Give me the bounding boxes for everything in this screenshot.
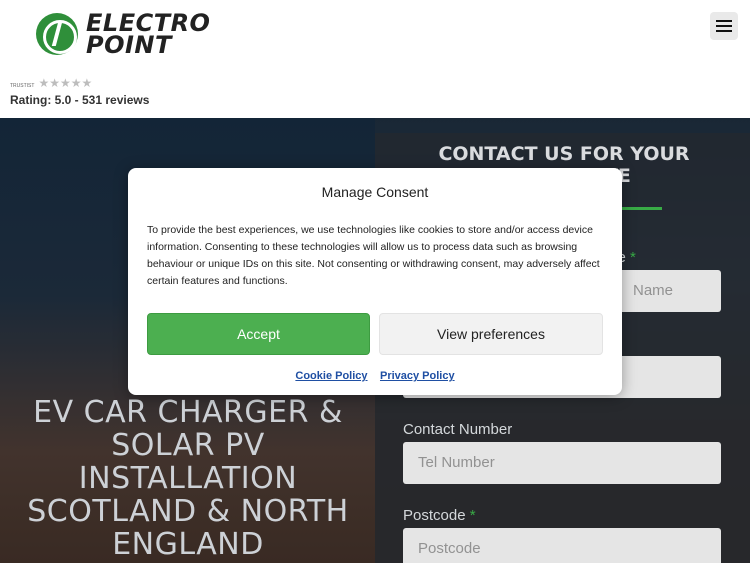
logo-text-line2: POINT [86,31,172,59]
cookie-policy-link[interactable]: Cookie Policy [295,370,367,382]
consent-title: Manage Consent [321,184,429,200]
site-logo[interactable]: ELECTRO POINT [36,10,210,58]
logo-plug-icon [36,13,78,55]
rating-text: Rating: 5.0 - 531 reviews [10,93,150,107]
view-preferences-button[interactable]: View preferences [379,313,603,355]
accept-button[interactable]: Accept [147,313,370,355]
hamburger-menu-icon[interactable] [710,12,738,40]
site-header: ELECTRO POINT TRUSTIST ★★★★★ Rating: 5.0… [0,0,750,118]
trustist-label: TRUSTIST [10,83,35,89]
consent-dialog: Manage Consent To provide the best exper… [128,168,622,395]
policy-links: Cookie Policy Privacy Policy [128,366,622,384]
privacy-policy-link[interactable]: Privacy Policy [380,370,455,382]
trustist-widget[interactable]: TRUSTIST ★★★★★ [10,76,92,90]
star-rating-icon: ★★★★★ [38,76,93,90]
consent-body: To provide the best experiences, we use … [147,224,600,287]
